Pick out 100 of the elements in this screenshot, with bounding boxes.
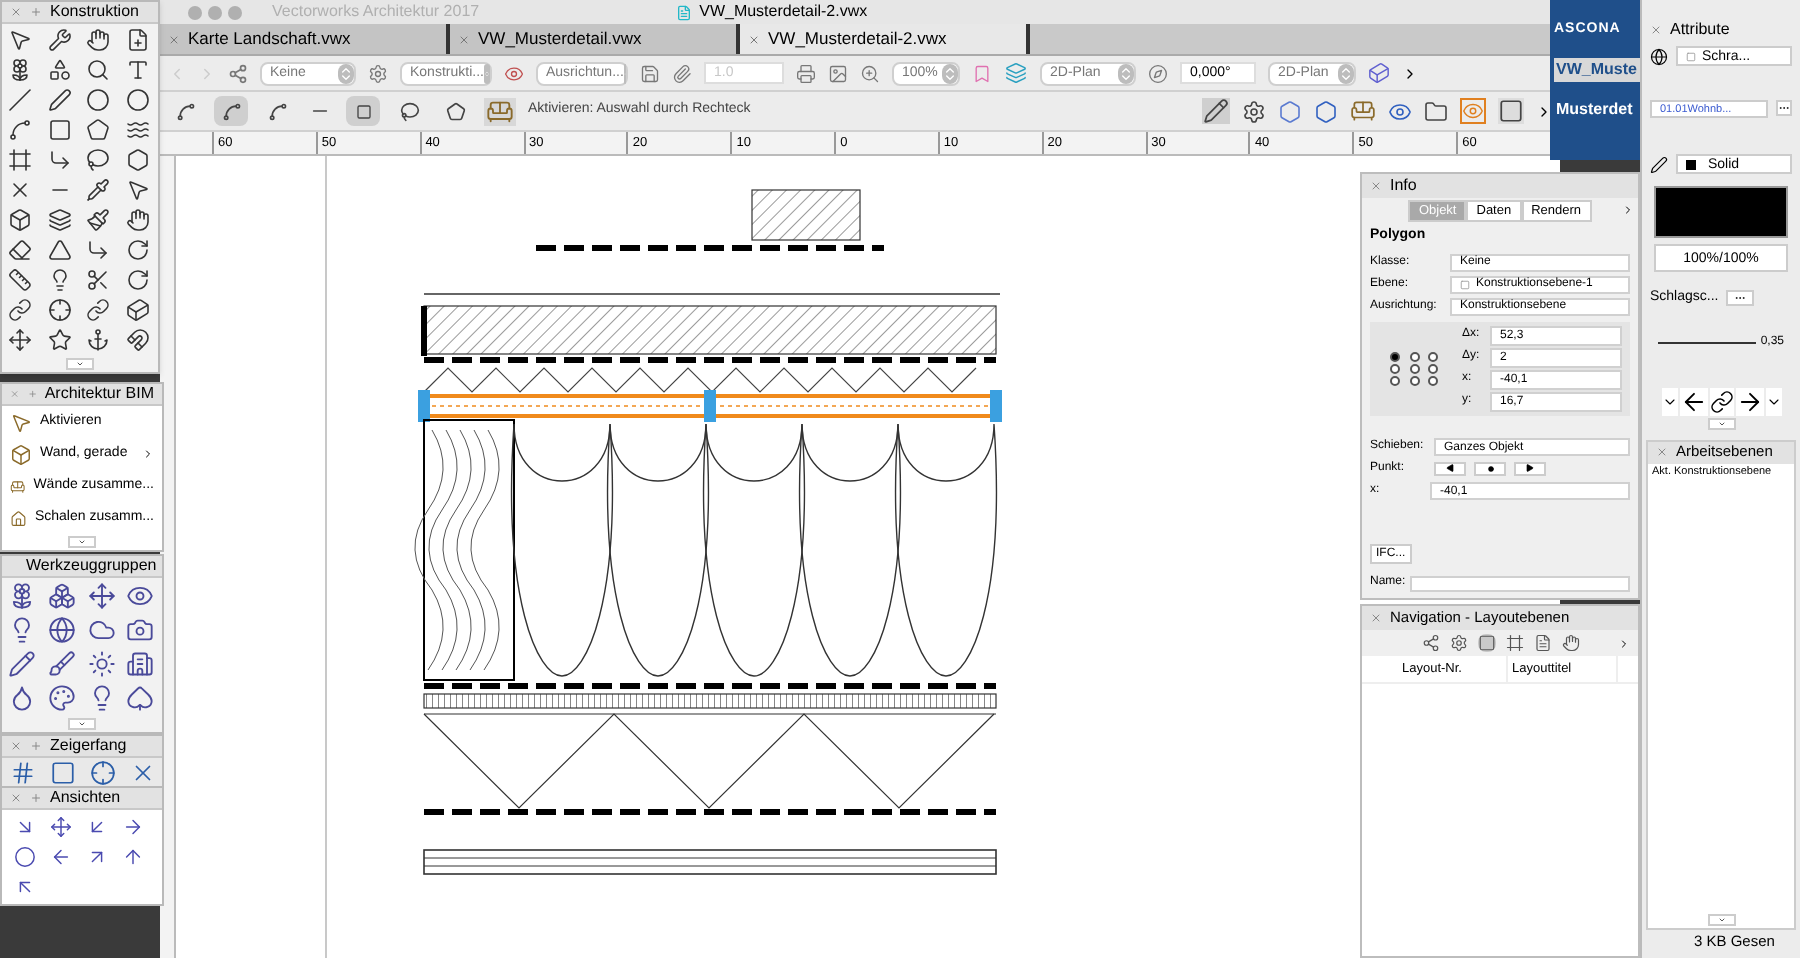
shapes-icon[interactable] (47, 58, 71, 82)
point-button[interactable] (1434, 461, 1466, 475)
arrow-icon[interactable] (86, 846, 108, 868)
rotate-icon[interactable] (125, 238, 149, 262)
close-icon[interactable] (10, 6, 22, 18)
pencil-icon[interactable] (1202, 98, 1230, 124)
triangle-icon[interactable] (47, 238, 71, 262)
lasso-icon[interactable] (86, 148, 110, 172)
move-icon[interactable] (8, 328, 32, 352)
eye-icon[interactable] (1388, 99, 1412, 123)
share-icon[interactable] (1421, 634, 1439, 652)
sheet-icon[interactable] (1477, 634, 1495, 652)
arrow-icon[interactable] (14, 876, 36, 898)
shovel-icon[interactable] (126, 684, 155, 712)
hand-icon[interactable] (86, 28, 110, 52)
text-icon[interactable] (125, 58, 149, 82)
document-tab[interactable]: Karte Landschaft.vwx (160, 24, 450, 54)
arrow-icon[interactable] (50, 846, 72, 868)
bulb-icon[interactable] (47, 268, 71, 292)
brush-icon[interactable] (47, 650, 76, 678)
save-icon[interactable] (640, 63, 660, 83)
arrow-icon[interactable] (86, 816, 108, 838)
document-icon[interactable] (1533, 634, 1551, 652)
eye-icon[interactable] (504, 63, 524, 83)
reference-point[interactable] (1390, 375, 1400, 385)
gear-icon[interactable] (368, 63, 388, 83)
point-button[interactable] (1474, 461, 1506, 475)
file-plus-icon[interactable] (125, 28, 149, 52)
brush-icon[interactable] (86, 208, 110, 232)
pen-icon[interactable] (47, 88, 71, 112)
reference-point[interactable] (1390, 351, 1400, 361)
eye-icon[interactable] (126, 582, 155, 610)
snap-mode-button[interactable] (214, 96, 248, 126)
scissors-icon[interactable] (86, 268, 110, 292)
wrench-icon[interactable] (47, 28, 71, 52)
arrow-icon[interactable] (122, 816, 144, 838)
menu-icon[interactable] (1622, 204, 1634, 216)
close-icon[interactable] (1370, 180, 1382, 192)
share-icon[interactable] (228, 63, 248, 83)
name-field[interactable] (1409, 575, 1630, 591)
palette-icon[interactable] (47, 684, 76, 712)
close-icon[interactable] (1370, 612, 1382, 624)
arc-icon[interactable] (8, 118, 32, 142)
overflow-icon[interactable] (1402, 65, 1418, 81)
square-icon[interactable] (1498, 98, 1524, 124)
bulb-icon[interactable] (8, 616, 36, 644)
close-icon[interactable] (168, 33, 180, 45)
flower-icon[interactable] (8, 58, 32, 82)
ruler-icon[interactable] (8, 268, 32, 292)
reference-point[interactable] (1409, 375, 1420, 385)
circle-icon[interactable] (86, 88, 110, 112)
arrow-start-icon[interactable] (1679, 387, 1707, 415)
rectangle-icon[interactable] (47, 118, 71, 142)
polygon-icon[interactable] (86, 118, 110, 142)
frame-icon[interactable] (1505, 634, 1523, 652)
overflow-icon[interactable] (1536, 103, 1552, 119)
reference-point[interactable] (1428, 351, 1439, 361)
gear-icon[interactable] (1449, 634, 1467, 652)
hand-icon[interactable] (125, 208, 149, 232)
file-item[interactable]: Musterdet (1554, 97, 1640, 121)
search-icon[interactable] (86, 58, 110, 82)
corner-icon[interactable] (47, 148, 71, 172)
reference-point[interactable] (1390, 363, 1400, 373)
hexagon-icon[interactable] (125, 148, 149, 172)
arrow-end-icon[interactable] (1735, 387, 1763, 415)
circle-icon[interactable] (14, 846, 36, 868)
folder-icon[interactable] (1424, 99, 1448, 123)
cuboid-icon[interactable] (125, 298, 149, 322)
document-tab[interactable]: VW_Musterdetail.vwx (450, 24, 740, 54)
rotate-icon[interactable] (125, 268, 149, 292)
close-icon[interactable] (458, 33, 470, 45)
fillet-icon[interactable] (86, 238, 110, 262)
cross-icon[interactable] (8, 178, 32, 202)
close-icon[interactable] (10, 792, 22, 804)
close-icon[interactable] (10, 740, 22, 752)
color-swatch[interactable] (1654, 186, 1788, 238)
layers-icon[interactable] (47, 208, 71, 232)
flower-icon[interactable] (8, 582, 36, 610)
hand-icon[interactable] (1561, 634, 1579, 652)
droplet-icon[interactable] (8, 684, 36, 712)
globe-icon[interactable] (47, 616, 76, 644)
zoom-icon[interactable] (860, 63, 880, 83)
magnet-icon[interactable] (125, 328, 149, 352)
menu-icon[interactable] (1618, 637, 1630, 649)
paperclip-icon[interactable] (672, 63, 692, 83)
sun-icon[interactable] (87, 650, 115, 678)
angle-icon[interactable] (1148, 63, 1168, 83)
frame-icon[interactable] (8, 148, 32, 172)
box-icon[interactable] (8, 208, 32, 232)
square-icon[interactable] (49, 760, 75, 786)
ellipse-icon[interactable] (125, 88, 149, 112)
link-icon[interactable] (1709, 387, 1733, 415)
close-icon[interactable] (1656, 446, 1668, 458)
file-item[interactable]: VW_Muste (1554, 57, 1640, 81)
gear-icon[interactable] (1242, 99, 1266, 123)
line-icon[interactable] (8, 88, 32, 112)
pen-icon[interactable] (1650, 155, 1668, 173)
link-icon[interactable] (8, 298, 32, 322)
move-icon[interactable] (50, 816, 72, 838)
pencil-icon[interactable] (8, 650, 36, 678)
